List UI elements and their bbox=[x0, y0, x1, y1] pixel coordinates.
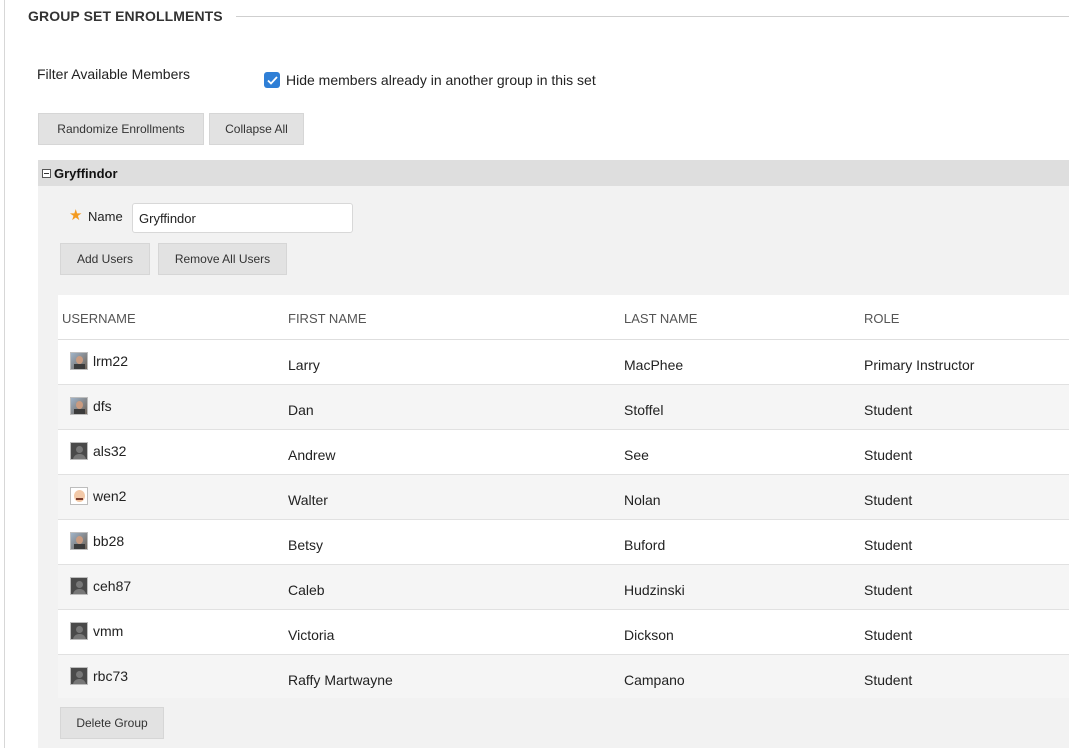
avatar bbox=[70, 622, 88, 640]
role-cell: Student bbox=[864, 492, 913, 508]
first-name-cell: Andrew bbox=[288, 447, 336, 463]
group-header[interactable]: Gryffindor bbox=[38, 160, 1069, 186]
role-cell: Student bbox=[864, 537, 913, 553]
table-row: wen2 Walter Nolan Student bbox=[58, 475, 1069, 520]
username: ceh87 bbox=[93, 578, 132, 594]
table-row: rbc73 Raffy Martwayne Campano Student bbox=[58, 655, 1069, 700]
role-cell: Student bbox=[864, 672, 913, 688]
table-row: dfs Dan Stoffel Student bbox=[58, 385, 1069, 430]
remove-all-users-button[interactable]: Remove All Users bbox=[158, 243, 287, 275]
role-cell: Student bbox=[864, 447, 913, 463]
hide-members-checkbox[interactable] bbox=[264, 72, 280, 88]
column-last-name[interactable]: LAST NAME bbox=[624, 311, 697, 326]
members-table: USERNAME FIRST NAME LAST NAME ROLE lrm22… bbox=[58, 295, 1069, 700]
filter-label: Filter Available Members bbox=[37, 66, 191, 82]
username-cell: rbc73 bbox=[70, 667, 128, 685]
avatar bbox=[70, 442, 88, 460]
section-header: GROUP SET ENROLLMENTS bbox=[28, 6, 1069, 26]
group-name-input[interactable] bbox=[132, 203, 353, 233]
first-name-cell: Larry bbox=[288, 357, 320, 373]
add-users-button[interactable]: Add Users bbox=[60, 243, 150, 275]
username: dfs bbox=[93, 398, 112, 414]
hide-members-option[interactable]: Hide members already in another group in… bbox=[264, 72, 596, 88]
role-cell: Student bbox=[864, 627, 913, 643]
column-first-name[interactable]: FIRST NAME bbox=[288, 311, 367, 326]
avatar bbox=[70, 532, 88, 550]
last-name-cell: Buford bbox=[624, 537, 666, 553]
username-cell: wen2 bbox=[70, 487, 126, 505]
collapse-all-button[interactable]: Collapse All bbox=[209, 113, 304, 145]
required-star-icon: ★ bbox=[69, 207, 83, 224]
username-cell: dfs bbox=[70, 397, 112, 415]
last-name-cell: MacPhee bbox=[624, 357, 684, 373]
group-footer bbox=[58, 698, 1069, 742]
username: lrm22 bbox=[93, 353, 129, 369]
left-border bbox=[4, 0, 5, 748]
username-cell: als32 bbox=[70, 442, 126, 460]
username-cell: lrm22 bbox=[70, 352, 128, 370]
avatar bbox=[70, 352, 88, 370]
first-name-cell: Victoria bbox=[288, 627, 335, 643]
first-name-cell: Betsy bbox=[288, 537, 324, 553]
username-cell: bb28 bbox=[70, 532, 124, 550]
table-header: USERNAME FIRST NAME LAST NAME ROLE bbox=[58, 295, 1069, 340]
first-name-cell: Walter bbox=[288, 492, 328, 508]
username: vmm bbox=[93, 623, 124, 639]
last-name-cell: Hudzinski bbox=[624, 582, 685, 598]
username: als32 bbox=[93, 443, 127, 459]
randomize-enrollments-button[interactable]: Randomize Enrollments bbox=[38, 113, 204, 145]
role-cell: Primary Instructor bbox=[864, 357, 975, 373]
username-cell: vmm bbox=[70, 622, 123, 640]
table-row: bb28 Betsy Buford Student bbox=[58, 520, 1069, 565]
table-row: vmm Victoria Dickson Student bbox=[58, 610, 1069, 655]
last-name-cell: Nolan bbox=[624, 492, 661, 508]
last-name-cell: Campano bbox=[624, 672, 685, 688]
last-name-cell: Dickson bbox=[624, 627, 674, 643]
role-cell: Student bbox=[864, 582, 913, 598]
first-name-cell: Raffy Martwayne bbox=[288, 672, 393, 688]
first-name-cell: Dan bbox=[288, 402, 314, 418]
checkmark-icon bbox=[266, 75, 278, 85]
delete-group-button[interactable]: Delete Group bbox=[60, 707, 164, 739]
avatar bbox=[70, 487, 88, 505]
section-title: GROUP SET ENROLLMENTS bbox=[28, 8, 223, 24]
role-cell: Student bbox=[864, 402, 913, 418]
username: rbc73 bbox=[93, 668, 129, 684]
username: bb28 bbox=[93, 533, 125, 549]
avatar bbox=[70, 397, 88, 415]
name-label: Name bbox=[88, 209, 123, 224]
group-panel: Gryffindor ★ Name Add Users Remove All U… bbox=[38, 160, 1069, 748]
column-role[interactable]: ROLE bbox=[864, 311, 899, 326]
collapse-group-icon[interactable] bbox=[42, 168, 51, 178]
first-name-cell: Caleb bbox=[288, 582, 325, 598]
avatar bbox=[70, 667, 88, 685]
last-name-cell: See bbox=[624, 447, 649, 463]
last-name-cell: Stoffel bbox=[624, 402, 664, 418]
avatar bbox=[70, 577, 88, 595]
hide-members-label[interactable]: Hide members already in another group in… bbox=[286, 72, 596, 88]
group-title: Gryffindor bbox=[54, 165, 118, 181]
table-row: lrm22 Larry MacPhee Primary Instructor bbox=[58, 340, 1069, 385]
section-divider bbox=[235, 15, 1069, 17]
table-row: als32 Andrew See Student bbox=[58, 430, 1069, 475]
table-row: ceh87 Caleb Hudzinski Student bbox=[58, 565, 1069, 610]
username-cell: ceh87 bbox=[70, 577, 131, 595]
username: wen2 bbox=[93, 488, 127, 504]
column-username[interactable]: USERNAME bbox=[62, 311, 136, 326]
